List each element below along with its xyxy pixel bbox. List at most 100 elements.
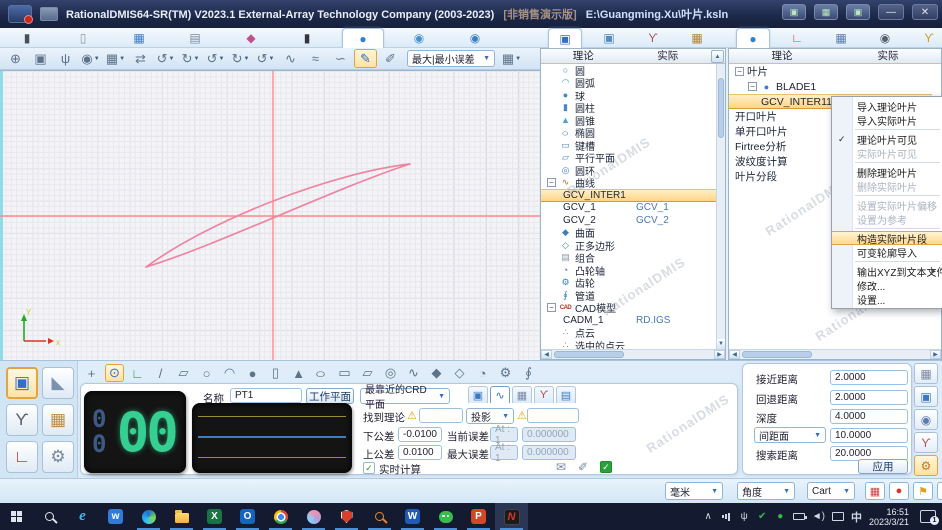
camshaft-icon[interactable]: ◔ xyxy=(473,364,492,382)
coords-select[interactable]: Cart ▼ xyxy=(807,482,855,500)
sweep-tool-2[interactable]: ≈ xyxy=(304,49,327,68)
polygon-icon[interactable]: ◇ xyxy=(450,364,469,382)
tree-item[interactable]: ∴点云 xyxy=(541,327,716,340)
device-manager-icon[interactable]: ▣ xyxy=(846,4,870,20)
tab-basket[interactable]: ▦ xyxy=(680,28,714,48)
tree-item[interactable]: GCV_1GCV_1 xyxy=(541,202,716,215)
sweep-tool-3[interactable]: ∽ xyxy=(329,49,352,68)
depth-input[interactable]: 4.0000 xyxy=(830,409,908,424)
tab-color[interactable]: ◆ xyxy=(230,28,272,48)
close-button[interactable]: ✕ xyxy=(912,4,938,20)
compare-tool[interactable]: ⇄ xyxy=(129,49,152,68)
tab-blade[interactable]: ● xyxy=(736,28,770,48)
sweep-tool-1[interactable]: ∿ xyxy=(279,49,302,68)
tab-probes[interactable]: ϒ xyxy=(636,28,670,48)
fixture-mode-button[interactable]: ▦ xyxy=(42,404,74,436)
tray-wechat-icon[interactable]: ● xyxy=(775,511,786,522)
tab-grid[interactable]: ▦ xyxy=(824,28,858,48)
notification-center-icon[interactable]: 1 xyxy=(920,510,936,523)
tab-tolerance[interactable]: ϒ xyxy=(912,28,942,48)
angle-select[interactable]: 角度 ▼ xyxy=(737,482,795,500)
tray-battery-icon[interactable] xyxy=(793,513,805,520)
display-switch-icon[interactable]: ▦ xyxy=(814,4,838,20)
tab-graph[interactable]: ∿ xyxy=(490,386,510,403)
tree-item[interactable]: ◠圆弧 xyxy=(541,77,716,90)
plane-select[interactable]: 最靠近的CRD平面 ▼ xyxy=(360,388,450,404)
tree-item[interactable]: ◎圆环 xyxy=(541,164,716,177)
coordinate-mode-button[interactable]: ∟ xyxy=(6,441,38,473)
alignment-mode-button[interactable]: ◣ xyxy=(42,367,74,399)
cylinder-icon[interactable]: ▯ xyxy=(266,364,285,382)
apply-button[interactable]: 应用 xyxy=(858,459,908,474)
scrollbar-thumb[interactable] xyxy=(742,351,812,358)
label-pen-tool[interactable]: ✐ xyxy=(379,49,402,68)
tab-device[interactable]: ▮ xyxy=(286,28,328,48)
tray-network-icon[interactable] xyxy=(721,513,732,521)
taskbar-outlook[interactable]: O xyxy=(231,503,264,530)
minimize-button[interactable]: — xyxy=(878,4,904,20)
status-flag-icon[interactable]: ⚑ xyxy=(913,482,933,500)
lower-tol-input[interactable]: -0.0100 xyxy=(398,427,442,442)
report-icon[interactable]: ✉ xyxy=(556,460,566,474)
tab-features[interactable]: ▣ xyxy=(548,28,582,48)
sphere-icon[interactable]: ● xyxy=(243,364,262,382)
settings-panel-button[interactable]: ⚙ xyxy=(914,455,938,476)
tab-table[interactable]: ▦ xyxy=(512,386,532,403)
tray-expand-icon[interactable]: ∧ xyxy=(703,511,714,522)
zoom-window-tool[interactable]: ▣ xyxy=(29,49,52,68)
tree-item[interactable]: −●BLADE1 xyxy=(729,79,932,94)
taskbar-everything[interactable] xyxy=(363,503,396,530)
tree-item[interactable]: ◆曲面 xyxy=(541,227,716,240)
collapse-toggle-icon[interactable]: − xyxy=(748,82,757,91)
scroll-up-button[interactable]: ▲ xyxy=(711,50,724,63)
tab-camera[interactable]: ◉ xyxy=(868,28,902,48)
tab-file[interactable]: ▮ xyxy=(6,28,48,48)
app-icon[interactable] xyxy=(8,5,32,23)
tree-item[interactable]: ∴选中的点云 xyxy=(541,339,716,349)
projection-select[interactable]: 投影 ▼ xyxy=(466,408,514,424)
machine-mode-button[interactable]: ▣ xyxy=(6,367,38,399)
scroll-left-button[interactable]: ◀ xyxy=(541,350,552,359)
approach-input[interactable]: 2.0000 xyxy=(830,370,908,385)
menu-item[interactable]: ✓理论叶片可见 xyxy=(832,132,942,146)
collapse-toggle-icon[interactable]: − xyxy=(547,303,556,312)
taskbar-start-button[interactable] xyxy=(0,503,33,530)
units-select[interactable]: 毫米 ▼ xyxy=(665,482,723,500)
probe-panel-button[interactable]: ϒ xyxy=(914,432,938,453)
tray-usb-icon[interactable]: ψ xyxy=(739,511,750,522)
tab-output[interactable]: ▤ xyxy=(174,28,216,48)
tree-item[interactable]: ○圆 xyxy=(541,64,716,77)
taskbar-powerpoint[interactable]: P xyxy=(462,503,495,530)
taskbar-chrome[interactable] xyxy=(264,503,297,530)
scrollbar-thumb[interactable] xyxy=(718,78,724,138)
slot-icon[interactable]: ▭ xyxy=(335,364,354,382)
upper-tol-input[interactable]: 0.0100 xyxy=(398,445,442,460)
tree-item[interactable]: −∿曲线 xyxy=(541,177,716,190)
tab-axes[interactable]: ∟ xyxy=(780,28,814,48)
rotate-tool-5[interactable]: ↺▼ xyxy=(254,49,277,68)
taskbar-wechat[interactable] xyxy=(429,503,462,530)
tree-item[interactable]: ▭键槽 xyxy=(541,139,716,152)
tray-ime-icon[interactable]: 中 xyxy=(851,509,862,525)
name-input[interactable]: PT1 xyxy=(230,388,302,403)
menu-item[interactable]: 设置... xyxy=(832,292,942,306)
taskbar-wecom[interactable]: w xyxy=(99,503,132,530)
tree-item[interactable]: −CADCAD模型 xyxy=(541,302,716,315)
taskbar-edge[interactable] xyxy=(132,503,165,530)
rotate-tool-4[interactable]: ↻▼ xyxy=(229,49,252,68)
tab-table[interactable]: ▦ xyxy=(118,28,160,48)
curve-icon[interactable]: ∿ xyxy=(404,364,423,382)
tree-item[interactable]: ▲圆锥 xyxy=(541,114,716,127)
taskbar-word[interactable]: W xyxy=(396,503,429,530)
tree-item[interactable]: ◇正多边形 xyxy=(541,239,716,252)
scrollbar-thumb[interactable] xyxy=(554,351,624,358)
model-panel-button[interactable]: ▣ xyxy=(914,386,938,407)
machine-panel-button[interactable]: ▦ xyxy=(914,363,938,384)
axes-icon[interactable]: ∟ xyxy=(128,364,147,382)
tree-item[interactable]: ∮管道 xyxy=(541,289,716,302)
menu-item[interactable]: 导入理论叶片 xyxy=(832,99,942,113)
tab-display[interactable]: ◉ xyxy=(398,28,440,48)
clearance-input[interactable]: 10.0000 xyxy=(830,428,908,443)
window-menu-icon[interactable] xyxy=(40,7,58,21)
taskbar-security[interactable] xyxy=(330,503,363,530)
